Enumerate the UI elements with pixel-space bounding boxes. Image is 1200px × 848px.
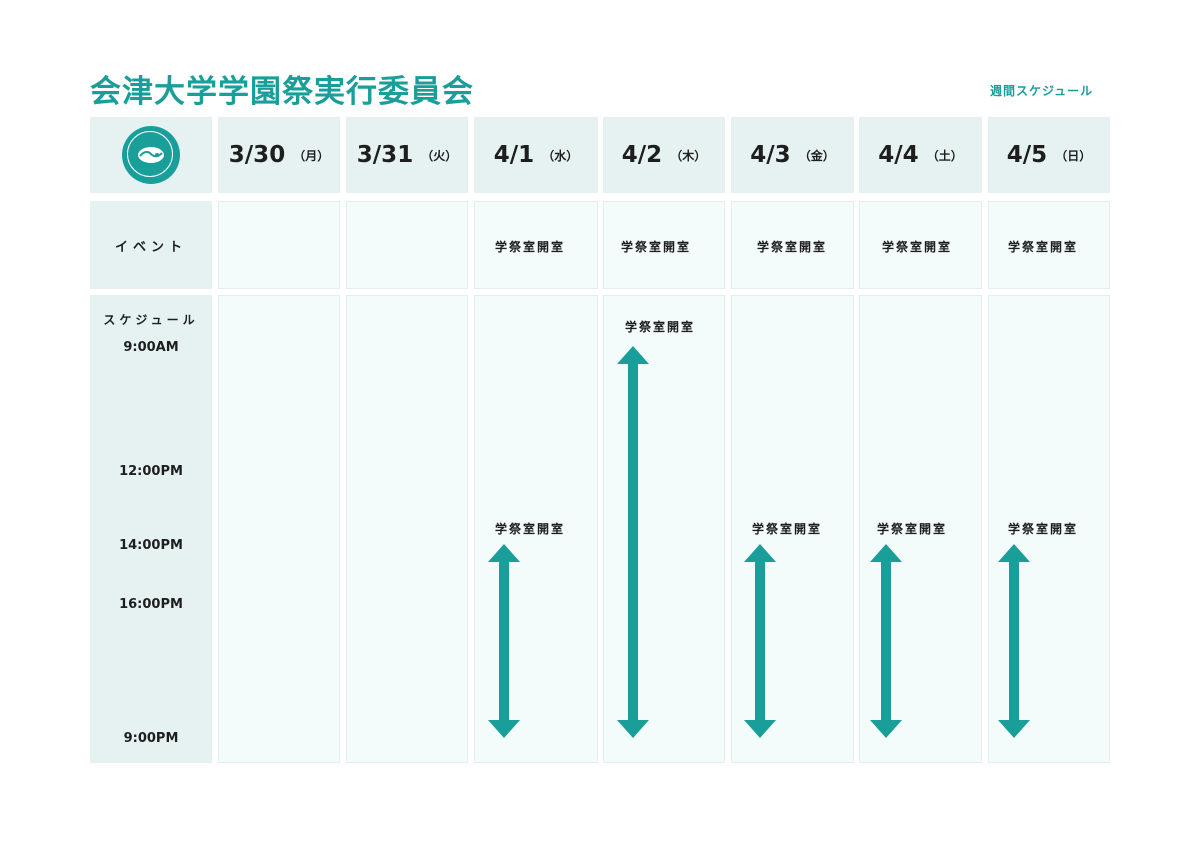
event-text: 学祭室開室 (757, 240, 828, 254)
event-text: 学祭室開室 (621, 240, 692, 254)
time-label: 12:00PM (119, 464, 183, 479)
time-label: 9:00PM (123, 731, 179, 746)
schedule-cell (218, 295, 340, 763)
event-cell (346, 201, 468, 289)
schedule-text: 学祭室開室 (877, 522, 948, 536)
event-text: 学祭室開室 (1008, 240, 1079, 254)
day-weekday: （日） (1055, 148, 1092, 163)
day-header-1: 3/30 （月） (218, 117, 340, 193)
schedule-text: 学祭室開室 (752, 522, 823, 536)
time-range-arrow-icon (617, 346, 649, 738)
day-weekday: （火） (421, 148, 458, 163)
time-range-arrow-icon (870, 544, 902, 738)
day-date: 4/2 (621, 142, 663, 168)
schedule-text: 学祭室開室 (1008, 522, 1079, 536)
page-title: 会津大学学園祭実行委員会 (90, 74, 474, 110)
page-subtitle: 週間スケジュール (990, 84, 1094, 98)
schedule-cell (346, 295, 468, 763)
schedule-row-label-cell (90, 295, 212, 763)
day-header-2: 3/31 （火） (346, 117, 468, 193)
day-header-6: 4/4 （土） (859, 117, 982, 193)
day-header-5: 4/3 （金） (731, 117, 854, 193)
day-header-3: 4/1 （水） (474, 117, 598, 193)
time-label: 9:00AM (123, 340, 179, 355)
day-weekday: （水） (542, 148, 579, 163)
day-date: 4/3 (750, 142, 791, 168)
logo-cell (90, 117, 212, 193)
time-range-arrow-icon (744, 544, 776, 738)
day-date: 4/1 (493, 142, 535, 168)
time-range-arrow-icon (488, 544, 520, 738)
time-label: 16:00PM (119, 597, 183, 612)
day-header-4: 4/2 （木） (603, 117, 725, 193)
university-seal-icon (122, 126, 180, 184)
schedule-text: 学祭室開室 (625, 320, 696, 334)
day-weekday: （木） (670, 148, 707, 163)
event-text: 学祭室開室 (495, 240, 566, 254)
day-date: 3/31 (356, 142, 414, 168)
schedule-row-label: スケジュール (103, 313, 199, 327)
day-weekday: （土） (926, 148, 963, 163)
event-row-label: イベント (90, 201, 212, 289)
schedule-text: 学祭室開室 (495, 522, 566, 536)
day-date: 3/30 (228, 142, 286, 168)
day-date: 4/4 (878, 142, 919, 168)
day-weekday: （月） (293, 148, 330, 163)
day-date: 4/5 (1006, 142, 1048, 168)
event-cell (218, 201, 340, 289)
day-header-7: 4/5 （日） (988, 117, 1110, 193)
day-weekday: （金） (798, 148, 835, 163)
time-range-arrow-icon (998, 544, 1030, 738)
event-text: 学祭室開室 (882, 240, 953, 254)
time-label: 14:00PM (119, 538, 183, 553)
